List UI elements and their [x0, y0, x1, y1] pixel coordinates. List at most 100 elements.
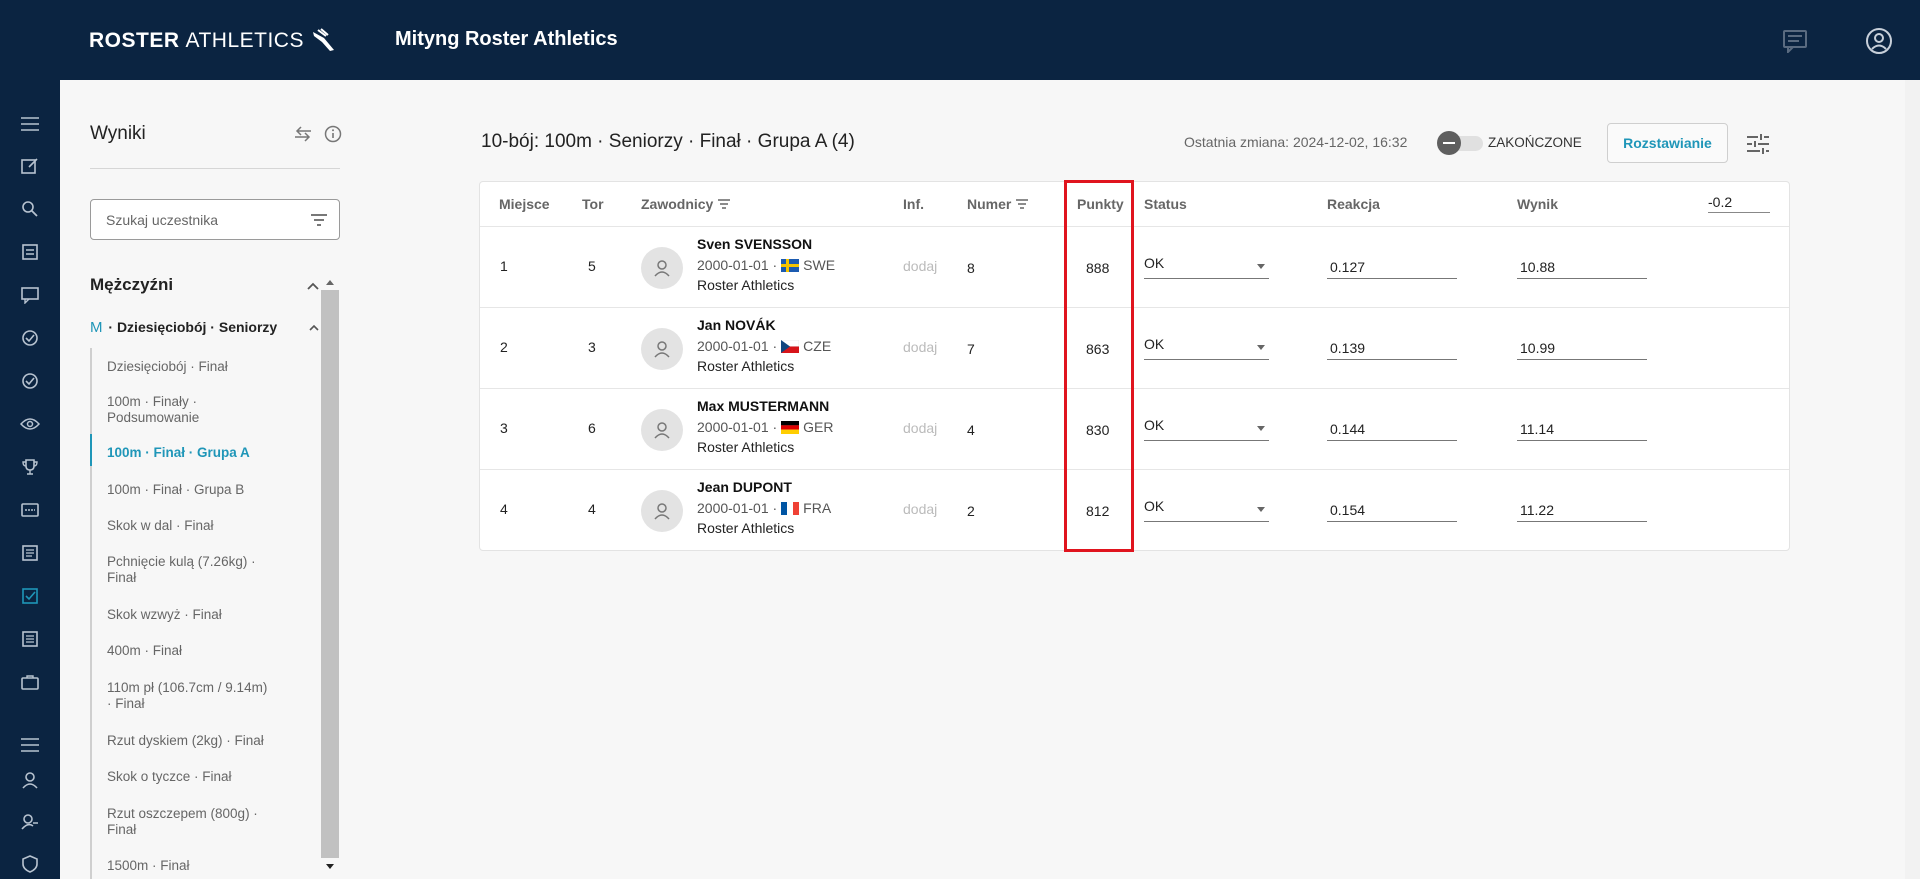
scroll-down-arrow-icon[interactable] [324, 862, 336, 872]
menu-secondary-icon[interactable] [18, 733, 42, 757]
reaction-input[interactable] [1327, 498, 1457, 522]
sidebar-item[interactable]: 400m · Finał [107, 643, 272, 659]
finished-toggle[interactable] [1437, 131, 1485, 155]
subgroup-label: · Dziesięciobój · Seniorzy [108, 319, 278, 335]
subgroup-decathlon[interactable]: M · Dziesięciobój · Seniorzy [90, 319, 320, 336]
filter-icon[interactable] [309, 210, 329, 230]
check-done-icon[interactable] [18, 369, 42, 393]
participant-search-input[interactable] [106, 210, 296, 230]
sidebar-item[interactable]: 110m pł (106.7cm / 9.14m) · Finał [107, 680, 272, 712]
col-header-number[interactable]: Numer [967, 196, 1029, 212]
scoreboard-icon[interactable] [18, 498, 42, 522]
avatar [641, 490, 683, 532]
athlete-name[interactable]: Jan NOVÁK [697, 317, 776, 333]
place-cell: 4 [500, 501, 508, 517]
chevron-up-icon[interactable] [306, 279, 320, 293]
tune-settings-icon[interactable] [1744, 130, 1772, 158]
status-select[interactable]: OK [1144, 255, 1269, 279]
shield-icon[interactable] [18, 852, 42, 876]
sidebar-item[interactable]: Dziesięciobój · Finał [107, 359, 272, 375]
reaction-input[interactable] [1327, 255, 1457, 279]
edit-icon[interactable] [18, 154, 42, 178]
result-input[interactable] [1517, 498, 1647, 522]
athlete-name[interactable]: Max MUSTERMANN [697, 398, 829, 414]
avatar [641, 409, 683, 451]
dropdown-caret-icon [1257, 426, 1265, 431]
add-info-link[interactable]: dodaj [903, 420, 937, 436]
wind-input[interactable] [1708, 191, 1770, 213]
search-icon[interactable] [18, 197, 42, 221]
add-info-link[interactable]: dodaj [903, 258, 937, 274]
sidebar-item[interactable]: 1500m · Finał [107, 858, 272, 874]
col-header-info[interactable]: Inf. [903, 196, 924, 212]
reaction-input[interactable] [1327, 336, 1457, 360]
active-indicator [90, 434, 92, 466]
person-key-icon[interactable] [18, 810, 42, 834]
chevron-up-icon[interactable] [308, 322, 320, 334]
list-icon[interactable] [18, 240, 42, 264]
add-info-link[interactable]: dodaj [903, 501, 937, 517]
lane-cell: 5 [588, 258, 596, 274]
sidebar-item[interactable]: 100m · Finał · Grupa B [107, 482, 272, 498]
avatar [641, 328, 683, 370]
col-header-status[interactable]: Status [1144, 196, 1187, 212]
start-list-button[interactable]: Rozstawianie [1607, 123, 1728, 163]
reaction-input[interactable] [1327, 417, 1457, 441]
person-icon[interactable] [18, 768, 42, 792]
brand-bold: ROSTER [89, 29, 180, 52]
eye-icon[interactable] [18, 412, 42, 436]
sidebar-item[interactable]: 100m · Finały · Podsumowanie [107, 394, 272, 426]
sidebar-item[interactable]: Skok w dal · Finał [107, 518, 272, 534]
athlete-meta: 2000-01-01 · SWE [697, 257, 835, 273]
add-info-link[interactable]: dodaj [903, 339, 937, 355]
row-divider [480, 226, 1789, 227]
swap-arrows-icon[interactable] [293, 124, 313, 144]
check-circle-icon[interactable] [18, 326, 42, 350]
chat-icon[interactable] [1780, 26, 1810, 56]
meet-title: Mityng Roster Athletics [395, 28, 618, 50]
status-select[interactable]: OK [1144, 498, 1269, 522]
athlete-name[interactable]: Jean DUPONT [697, 479, 792, 495]
account-icon[interactable] [1864, 26, 1894, 56]
col-header-result[interactable]: Wynik [1517, 196, 1558, 212]
col-header-lane[interactable]: Tor [582, 196, 604, 212]
sidebar-item-active[interactable]: 100m · Finał · Grupa A [107, 445, 272, 461]
place-cell: 3 [500, 420, 508, 436]
report-icon[interactable] [18, 627, 42, 651]
status-select[interactable]: OK [1144, 336, 1269, 360]
document-icon[interactable] [18, 541, 42, 565]
brand-logo[interactable]: ROSTER ATHLETICS [89, 28, 338, 54]
sort-filter-icon[interactable] [1015, 198, 1029, 210]
sidebar-item[interactable]: Rzut dyskiem (2kg) · Finał [107, 733, 272, 749]
col-header-reaction[interactable]: Reakcja [1327, 196, 1380, 212]
dropdown-caret-icon [1257, 264, 1265, 269]
participant-search[interactable] [90, 199, 340, 240]
sidebar-item[interactable]: Pchnięcie kulą (7.26kg) · Finał [107, 554, 272, 586]
athlete-meta: 2000-01-01 · FRA [697, 500, 831, 516]
trophy-icon[interactable] [18, 455, 42, 479]
result-input[interactable] [1517, 417, 1647, 441]
col-header-place[interactable]: Miejsce [499, 196, 550, 212]
person-avatar-icon [654, 503, 670, 520]
scroll-up-arrow-icon[interactable] [324, 277, 336, 287]
col-header-athletes[interactable]: Zawodnicy [641, 196, 731, 212]
result-input[interactable] [1517, 336, 1647, 360]
sidebar-item[interactable]: Skok o tyczce · Finał [107, 769, 272, 785]
sidebar-scroll-thumb[interactable] [321, 290, 339, 858]
info-icon[interactable] [323, 124, 343, 144]
athlete-country: FRA [803, 500, 832, 516]
group-men[interactable]: Mężczyźni [90, 275, 320, 295]
status-select[interactable]: OK [1144, 417, 1269, 441]
athlete-name[interactable]: Sven SVENSSON [697, 236, 812, 252]
menu-icon[interactable] [18, 112, 42, 136]
flag-fra-icon [781, 501, 800, 515]
message-icon[interactable] [18, 283, 42, 307]
results-check-icon[interactable] [18, 584, 42, 608]
sidebar-item[interactable]: Rzut oszczepem (800g) · Finał [107, 806, 272, 838]
sidebar-item[interactable]: Skok wzwyż · Finał [107, 607, 272, 623]
briefcase-icon[interactable] [18, 670, 42, 694]
result-input[interactable] [1517, 255, 1647, 279]
sort-filter-icon[interactable] [717, 198, 731, 210]
brand-light: ATHLETICS [185, 29, 304, 52]
avatar [641, 247, 683, 289]
